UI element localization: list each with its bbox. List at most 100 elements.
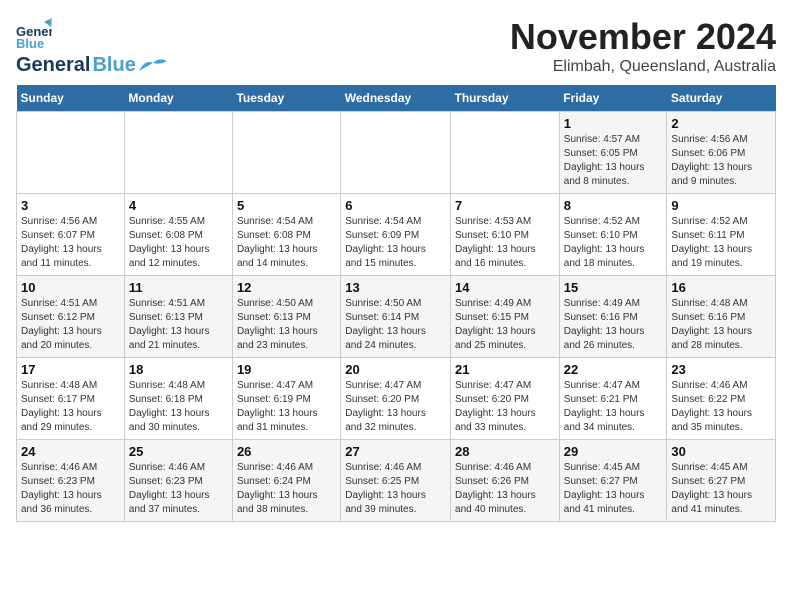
calendar-week-0: 1 Sunrise: 4:57 AM Sunset: 6:05 PM Daylig…	[17, 112, 776, 194]
day-info: Sunrise: 4:56 AM Sunset: 6:07 PM Dayligh…	[21, 215, 120, 271]
header-monday: Monday	[124, 85, 232, 112]
calendar-cell: 5 Sunrise: 4:54 AM Sunset: 6:08 PM Daylig…	[232, 194, 340, 276]
day-info: Sunrise: 4:50 AM Sunset: 6:14 PM Dayligh…	[345, 297, 446, 353]
day-info: Sunrise: 4:45 AM Sunset: 6:27 PM Dayligh…	[564, 461, 663, 517]
day-number: 23	[671, 362, 771, 377]
day-number: 9	[671, 198, 771, 213]
calendar-week-2: 10 Sunrise: 4:51 AM Sunset: 6:12 PM Dayli…	[17, 276, 776, 358]
page-header: General Blue General Blue November 2024 …	[16, 16, 776, 77]
calendar-cell: 20 Sunrise: 4:47 AM Sunset: 6:20 PM Dayli…	[341, 358, 451, 440]
calendar-cell	[451, 112, 560, 194]
logo-icon: General Blue	[16, 16, 52, 52]
title-block: November 2024 Elimbah, Queensland, Austr…	[510, 16, 776, 76]
calendar-cell: 15Sunrise: 4:49 AM Sunset: 6:16 PM Dayli…	[559, 276, 667, 358]
day-info: Sunrise: 4:48 AM Sunset: 6:17 PM Dayligh…	[21, 379, 120, 435]
header-sunday: Sunday	[17, 85, 125, 112]
day-number: 5	[237, 198, 336, 213]
header-tuesday: Tuesday	[232, 85, 340, 112]
day-info: Sunrise: 4:51 AM Sunset: 6:12 PM Dayligh…	[21, 297, 120, 353]
calendar-cell: 29 Sunrise: 4:45 AM Sunset: 6:27 PM Dayli…	[559, 440, 667, 522]
day-info: Sunrise: 4:46 AM Sunset: 6:22 PM Dayligh…	[671, 379, 771, 435]
logo-text-general: General	[16, 54, 90, 77]
calendar-cell: 28 Sunrise: 4:46 AM Sunset: 6:26 PM Dayli…	[451, 440, 560, 522]
day-number: 26	[237, 444, 336, 459]
calendar-cell: 19 Sunrise: 4:47 AM Sunset: 6:19 PM Dayli…	[232, 358, 340, 440]
svg-text:Blue: Blue	[16, 36, 44, 51]
header-thursday: Thursday	[451, 85, 560, 112]
day-info: Sunrise: 4:52 AM Sunset: 6:11 PM Dayligh…	[671, 215, 771, 271]
day-number: 17	[21, 362, 120, 377]
day-info: Sunrise: 4:48 AM Sunset: 6:18 PM Dayligh…	[129, 379, 228, 435]
day-number: 10	[21, 280, 120, 295]
day-info: Sunrise: 4:53 AM Sunset: 6:10 PM Dayligh…	[455, 215, 555, 271]
day-number: 19	[237, 362, 336, 377]
location-title: Elimbah, Queensland, Australia	[510, 58, 776, 76]
calendar-cell: 2Sunrise: 4:56 AM Sunset: 6:06 PM Daylig…	[667, 112, 776, 194]
calendar-cell: 30Sunrise: 4:45 AM Sunset: 6:27 PM Dayli…	[667, 440, 776, 522]
header-saturday: Saturday	[667, 85, 776, 112]
day-number: 18	[129, 362, 228, 377]
calendar-cell: 17 Sunrise: 4:48 AM Sunset: 6:17 PM Dayli…	[17, 358, 125, 440]
day-number: 12	[237, 280, 336, 295]
day-info: Sunrise: 4:47 AM Sunset: 6:20 PM Dayligh…	[345, 379, 446, 435]
calendar-cell: 3 Sunrise: 4:56 AM Sunset: 6:07 PM Daylig…	[17, 194, 125, 276]
logo: General Blue General Blue	[16, 16, 167, 77]
day-number: 14	[455, 280, 555, 295]
calendar-table: SundayMondayTuesdayWednesdayThursdayFrid…	[16, 85, 776, 522]
day-number: 16	[671, 280, 771, 295]
day-info: Sunrise: 4:46 AM Sunset: 6:24 PM Dayligh…	[237, 461, 336, 517]
day-info: Sunrise: 4:55 AM Sunset: 6:08 PM Dayligh…	[129, 215, 228, 271]
calendar-cell: 23 Sunrise: 4:46 AM Sunset: 6:22 PM Dayli…	[667, 358, 776, 440]
calendar-cell: 13 Sunrise: 4:50 AM Sunset: 6:14 PM Dayli…	[341, 276, 451, 358]
day-number: 20	[345, 362, 446, 377]
day-number: 6	[345, 198, 446, 213]
calendar-cell: 11Sunrise: 4:51 AM Sunset: 6:13 PM Dayli…	[124, 276, 232, 358]
day-number: 13	[345, 280, 446, 295]
calendar-cell: 9 Sunrise: 4:52 AM Sunset: 6:11 PM Daylig…	[667, 194, 776, 276]
day-info: Sunrise: 4:52 AM Sunset: 6:10 PM Dayligh…	[564, 215, 663, 271]
calendar-cell: 22Sunrise: 4:47 AM Sunset: 6:21 PM Dayli…	[559, 358, 667, 440]
calendar-cell: 18 Sunrise: 4:48 AM Sunset: 6:18 PM Dayli…	[124, 358, 232, 440]
day-info: Sunrise: 4:45 AM Sunset: 6:27 PM Dayligh…	[671, 461, 771, 517]
day-info: Sunrise: 4:47 AM Sunset: 6:20 PM Dayligh…	[455, 379, 555, 435]
day-info: Sunrise: 4:54 AM Sunset: 6:08 PM Dayligh…	[237, 215, 336, 271]
day-number: 2	[671, 116, 771, 131]
day-number: 29	[564, 444, 663, 459]
logo-bird-icon	[139, 57, 167, 75]
day-number: 28	[455, 444, 555, 459]
calendar-cell: 4 Sunrise: 4:55 AM Sunset: 6:08 PM Daylig…	[124, 194, 232, 276]
day-number: 21	[455, 362, 555, 377]
header-friday: Friday	[559, 85, 667, 112]
calendar-cell: 25Sunrise: 4:46 AM Sunset: 6:23 PM Dayli…	[124, 440, 232, 522]
calendar-cell: 27Sunrise: 4:46 AM Sunset: 6:25 PM Dayli…	[341, 440, 451, 522]
calendar-week-3: 17 Sunrise: 4:48 AM Sunset: 6:17 PM Dayli…	[17, 358, 776, 440]
month-title: November 2024	[510, 16, 776, 58]
calendar-cell: 16Sunrise: 4:48 AM Sunset: 6:16 PM Dayli…	[667, 276, 776, 358]
day-info: Sunrise: 4:57 AM Sunset: 6:05 PM Dayligh…	[564, 133, 663, 189]
day-info: Sunrise: 4:54 AM Sunset: 6:09 PM Dayligh…	[345, 215, 446, 271]
day-number: 24	[21, 444, 120, 459]
day-info: Sunrise: 4:46 AM Sunset: 6:23 PM Dayligh…	[129, 461, 228, 517]
calendar-cell: 26 Sunrise: 4:46 AM Sunset: 6:24 PM Dayli…	[232, 440, 340, 522]
calendar-cell: 12Sunrise: 4:50 AM Sunset: 6:13 PM Dayli…	[232, 276, 340, 358]
calendar-cell	[17, 112, 125, 194]
calendar-cell: 7 Sunrise: 4:53 AM Sunset: 6:10 PM Daylig…	[451, 194, 560, 276]
day-info: Sunrise: 4:49 AM Sunset: 6:16 PM Dayligh…	[564, 297, 663, 353]
calendar-cell	[232, 112, 340, 194]
day-info: Sunrise: 4:46 AM Sunset: 6:23 PM Dayligh…	[21, 461, 120, 517]
day-number: 27	[345, 444, 446, 459]
day-number: 7	[455, 198, 555, 213]
calendar-cell: 1 Sunrise: 4:57 AM Sunset: 6:05 PM Daylig…	[559, 112, 667, 194]
day-number: 11	[129, 280, 228, 295]
day-info: Sunrise: 4:46 AM Sunset: 6:26 PM Dayligh…	[455, 461, 555, 517]
day-number: 1	[564, 116, 663, 131]
day-info: Sunrise: 4:47 AM Sunset: 6:19 PM Dayligh…	[237, 379, 336, 435]
calendar-cell: 10 Sunrise: 4:51 AM Sunset: 6:12 PM Dayli…	[17, 276, 125, 358]
day-number: 3	[21, 198, 120, 213]
day-number: 8	[564, 198, 663, 213]
day-info: Sunrise: 4:47 AM Sunset: 6:21 PM Dayligh…	[564, 379, 663, 435]
calendar-cell: 8 Sunrise: 4:52 AM Sunset: 6:10 PM Daylig…	[559, 194, 667, 276]
day-number: 4	[129, 198, 228, 213]
calendar-header-row: SundayMondayTuesdayWednesdayThursdayFrid…	[17, 85, 776, 112]
logo-text-blue: Blue	[92, 54, 135, 77]
